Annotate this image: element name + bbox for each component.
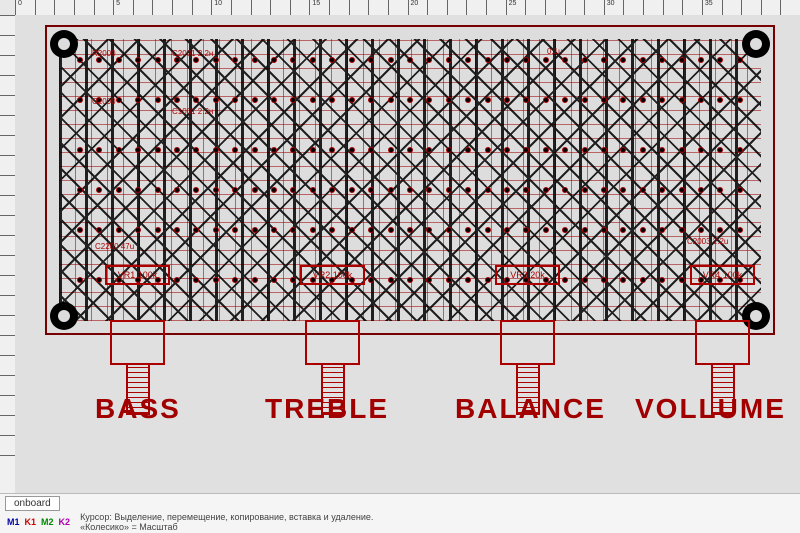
status-bar: onboard M1 K1 M2 K2 Курсор: Выделение, п…	[0, 493, 800, 533]
pad-row	[77, 97, 743, 105]
component-ref-label: 0.1u	[547, 47, 563, 56]
status-text: Курсор: Выделение, перемещение, копирова…	[80, 512, 373, 532]
control-label: BASS	[95, 393, 181, 425]
pad-row	[77, 57, 743, 65]
component-ref-label: VR4 100k	[690, 265, 755, 285]
mounting-hole-icon	[50, 302, 78, 330]
component-ref-label: VR1 100k	[105, 265, 170, 285]
control-label: VOLLUME	[635, 393, 786, 425]
layer-k1[interactable]: K1	[23, 517, 39, 527]
design-canvas[interactable]: R2000 C2000 C2001 2.2н C1001 2.2н 0.1u C2200 …	[15, 15, 800, 493]
pad-row	[77, 147, 743, 155]
component-ref-label: C2000	[92, 97, 116, 106]
component-ref-label: R2000	[92, 49, 116, 58]
document-tab[interactable]: onboard	[5, 496, 60, 511]
component-ref-label: C2200 47u	[95, 242, 134, 251]
ruler-vertical	[0, 15, 15, 493]
component-ref-label: C2001 2.2н	[172, 49, 213, 58]
control-label: BALANCE	[455, 393, 606, 425]
layer-m2[interactable]: M2	[39, 517, 56, 527]
pad-row	[77, 277, 743, 285]
layer-m1[interactable]: M1	[5, 517, 22, 527]
mounting-hole-icon	[742, 30, 770, 58]
layer-indicator[interactable]: M1 K1 M2 K2	[5, 517, 72, 527]
component-ref-label: C2003 2.2u	[687, 237, 728, 246]
pcb-board[interactable]: R2000 C2000 C2001 2.2н C1001 2.2н 0.1u C2200 …	[45, 25, 775, 335]
component-ref-label: VR2 100k	[300, 265, 365, 285]
pad-row	[77, 187, 743, 195]
control-label: TREBLE	[265, 393, 389, 425]
ruler-horizontal	[15, 0, 800, 15]
mounting-hole-icon	[50, 30, 78, 58]
component-ref-label: VR3 20k	[495, 265, 560, 285]
pad-row	[77, 227, 743, 235]
component-ref-label: C1001 2.2н	[172, 107, 213, 116]
layer-k2[interactable]: K2	[57, 517, 73, 527]
board-outline: R2000 C2000 C2001 2.2н C1001 2.2н 0.1u C2200 …	[45, 25, 775, 335]
